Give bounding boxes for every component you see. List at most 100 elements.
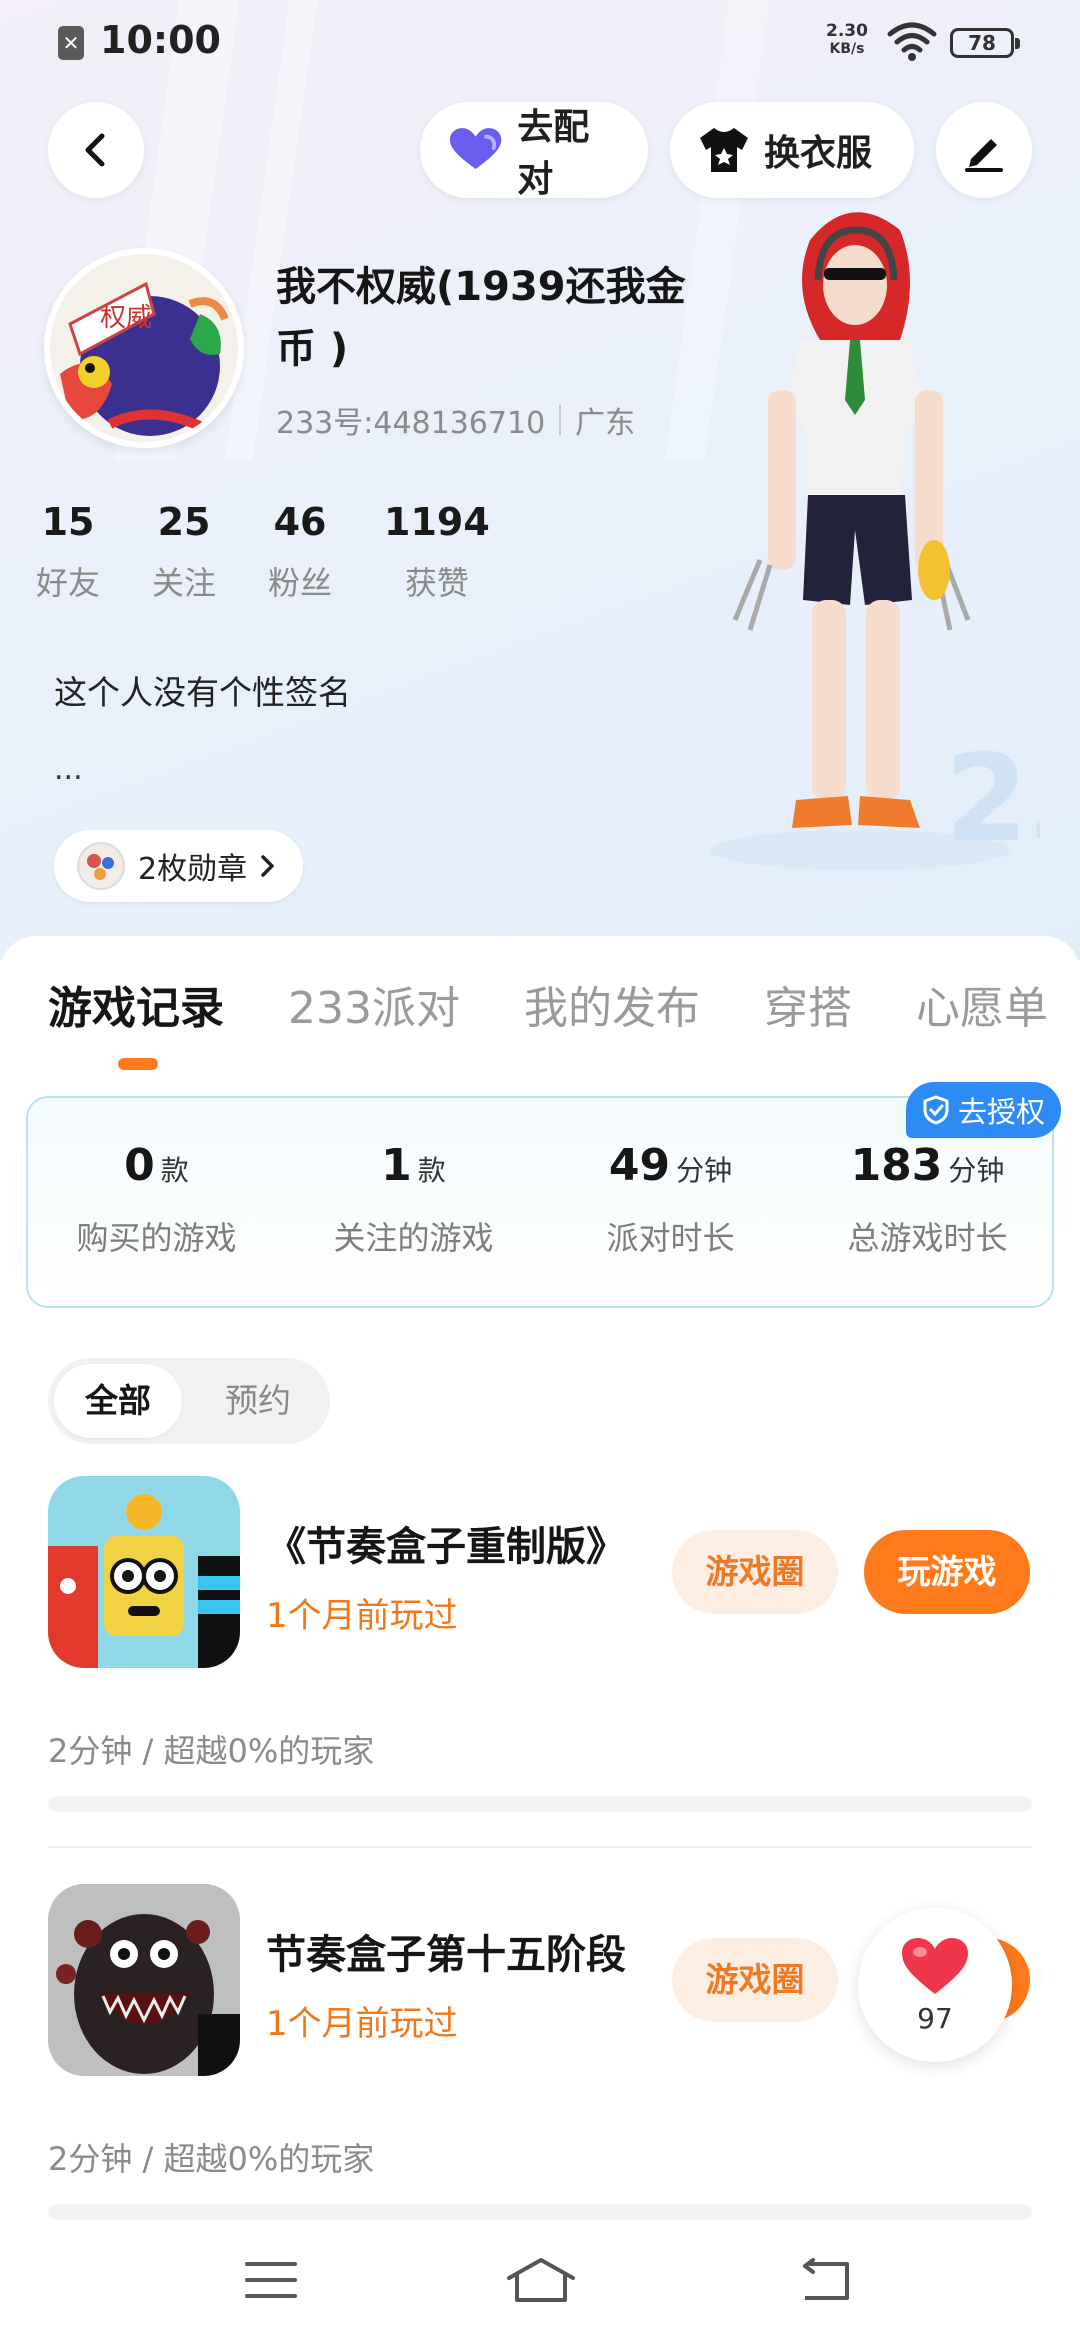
summary-purchased-games[interactable]: 0款 购买的游戏 (28, 1140, 285, 1259)
change-outfit-button[interactable]: 换衣服 (670, 102, 914, 198)
summary-label: 派对时长 (606, 1219, 735, 1257)
game-playtime-stat: 2分钟 / 超越0%的玩家 (48, 1732, 375, 1770)
tab-my-posts[interactable]: 我的发布 (524, 972, 700, 1036)
tab-outfits[interactable]: 穿搭 (764, 972, 852, 1036)
game-last-played: 1个月前玩过 (266, 2004, 458, 2044)
signature: 这个人没有个性签名 (54, 673, 351, 712)
game-title: 《节奏盒子重制版》 (266, 1524, 626, 1570)
summary-followed-games[interactable]: 1款 关注的游戏 (285, 1140, 542, 1259)
game-circle-button[interactable]: 游戏圈 (672, 1938, 838, 2022)
game-record-item[interactable]: 《节奏盒子重制版》 1个月前玩过 游戏圈 玩游戏 2分钟 / 超越0%的玩家 (48, 1476, 1038, 1856)
summary-party-duration[interactable]: 49 分钟 派对时长 (542, 1140, 799, 1259)
nav-back-button[interactable] (770, 2240, 880, 2320)
summary-label: 购买的游戏 (76, 1219, 237, 1257)
network-speed: 2.30 KB/s (826, 22, 868, 58)
back-arrow-icon (85, 133, 105, 167)
game-filter-segment: 全部 预约 (48, 1358, 330, 1444)
stat-following[interactable]: 25 关注 (152, 500, 216, 604)
tab-233-party[interactable]: 233派对 (288, 972, 460, 1036)
edit-pencil-icon (965, 139, 1003, 172)
id-line: 233号:448136710 广东 (276, 398, 635, 442)
game-circle-button[interactable]: 游戏圈 (672, 1530, 838, 1614)
filter-reserve[interactable]: 预约 (194, 1364, 322, 1438)
divider (48, 1846, 1032, 1848)
heart-icon (902, 1937, 968, 1994)
battery-indicator: 78 (950, 28, 1020, 58)
profile-stats: 15 好友 25 关注 46 粉丝 1194 获赞 (36, 500, 542, 604)
stat-likes[interactable]: 1194 获赞 (384, 500, 490, 604)
stat-label: 关注 (152, 564, 217, 602)
avatar-character-figure[interactable]: 23 (700, 200, 1040, 880)
summary-unit: 款 (160, 1154, 189, 1187)
summary-total-playtime[interactable]: 183 分钟 总游戏时长 (799, 1140, 1056, 1259)
stat-fans[interactable]: 46 粉丝 (268, 500, 332, 604)
playtime-progress-bar (48, 1796, 1032, 1812)
avatar[interactable]: 权威 (44, 248, 244, 448)
match-label: 去配对 (517, 107, 590, 200)
game-icon[interactable] (48, 1476, 240, 1668)
stat-friends[interactable]: 15 好友 (36, 500, 100, 604)
stat-label: 好友 (36, 564, 101, 602)
summary-label: 关注的游戏 (333, 1219, 494, 1257)
playtime-progress-bar (48, 2204, 1032, 2220)
avatar-image: 权威 (50, 254, 238, 442)
summary-value: 0 (124, 1140, 155, 1191)
authorize-button[interactable]: 去授权 (906, 1082, 1062, 1138)
summary-value: 49 (608, 1140, 671, 1191)
summary-unit: 分钟 (676, 1154, 733, 1187)
game-icon[interactable] (48, 1884, 240, 2076)
tshirt-icon (700, 128, 748, 172)
filter-all[interactable]: 全部 (54, 1364, 182, 1438)
user-id[interactable]: 233号:448136710 (276, 398, 545, 442)
stat-number: 1194 (384, 500, 490, 544)
medal-button[interactable]: 2枚勋章 (54, 830, 304, 902)
floating-like-button[interactable]: 97 (858, 1908, 1012, 2062)
authorize-label: 去授权 (958, 1095, 1046, 1129)
match-button[interactable]: 去配对 (420, 102, 648, 200)
change-outfit-label: 换衣服 (764, 133, 873, 174)
edit-profile-button[interactable] (936, 102, 1032, 198)
svg-text:23: 23 (945, 730, 1040, 869)
stat-label: 粉丝 (268, 564, 333, 602)
network-speed-unit: KB/s (829, 41, 865, 57)
summary-unit: 款 (417, 1154, 446, 1187)
stat-number: 25 (157, 500, 211, 544)
game-thumbnail (48, 1884, 240, 2076)
game-title: 节奏盒子第十五阶段 (266, 1932, 626, 1978)
return-arrow-icon (803, 2258, 849, 2300)
network-speed-value: 2.30 (826, 21, 868, 41)
tab-wishlist[interactable]: 心愿单 (916, 972, 1048, 1036)
region: 广东 (575, 406, 636, 441)
more-text: ... (54, 752, 83, 787)
notification-close-icon: ✕ (58, 26, 84, 60)
tab-game-records[interactable]: 游戏记录 (48, 972, 224, 1036)
game-last-played: 1个月前玩过 (266, 1596, 458, 1636)
game-summary-card: 0款 购买的游戏 1款 关注的游戏 49 分钟 派对时长 183 分钟 总游戏时长 (26, 1096, 1054, 1308)
divider (559, 405, 562, 435)
menu-icon (245, 2262, 297, 2298)
game-thumbnail (48, 1476, 240, 1668)
nav-home-button[interactable] (486, 2240, 596, 2320)
summary-value: 1 (381, 1140, 412, 1191)
stat-number: 15 (41, 500, 95, 544)
play-game-button[interactable]: 玩游戏 (864, 1530, 1030, 1614)
stat-number: 46 (273, 500, 327, 544)
wifi-icon (887, 22, 937, 61)
medal-label: 2枚勋章 (138, 852, 248, 887)
medal-icon (77, 842, 125, 890)
chevron-right-icon (261, 855, 274, 877)
summary-unit: 分钟 (948, 1154, 1005, 1187)
game-playtime-stat: 2分钟 / 超越0%的玩家 (48, 2140, 375, 2178)
summary-label: 总游戏时长 (847, 1219, 1008, 1257)
status-bar: ✕ 10:00 2.30 KB/s 78 (0, 0, 1080, 84)
home-icon (507, 2258, 575, 2302)
heart-match-icon (449, 128, 502, 170)
system-navigation-bar (0, 2220, 1080, 2340)
status-time: 10:00 (100, 18, 221, 62)
back-button[interactable] (48, 102, 144, 198)
shield-check-icon (923, 1095, 949, 1125)
profile-tabs: 游戏记录 233派对 我的发布 穿搭 心愿单 (48, 972, 1080, 1036)
like-count: 97 (917, 2001, 953, 2035)
nav-menu-button[interactable] (216, 2240, 326, 2320)
svg-text:权威: 权威 (100, 303, 152, 333)
